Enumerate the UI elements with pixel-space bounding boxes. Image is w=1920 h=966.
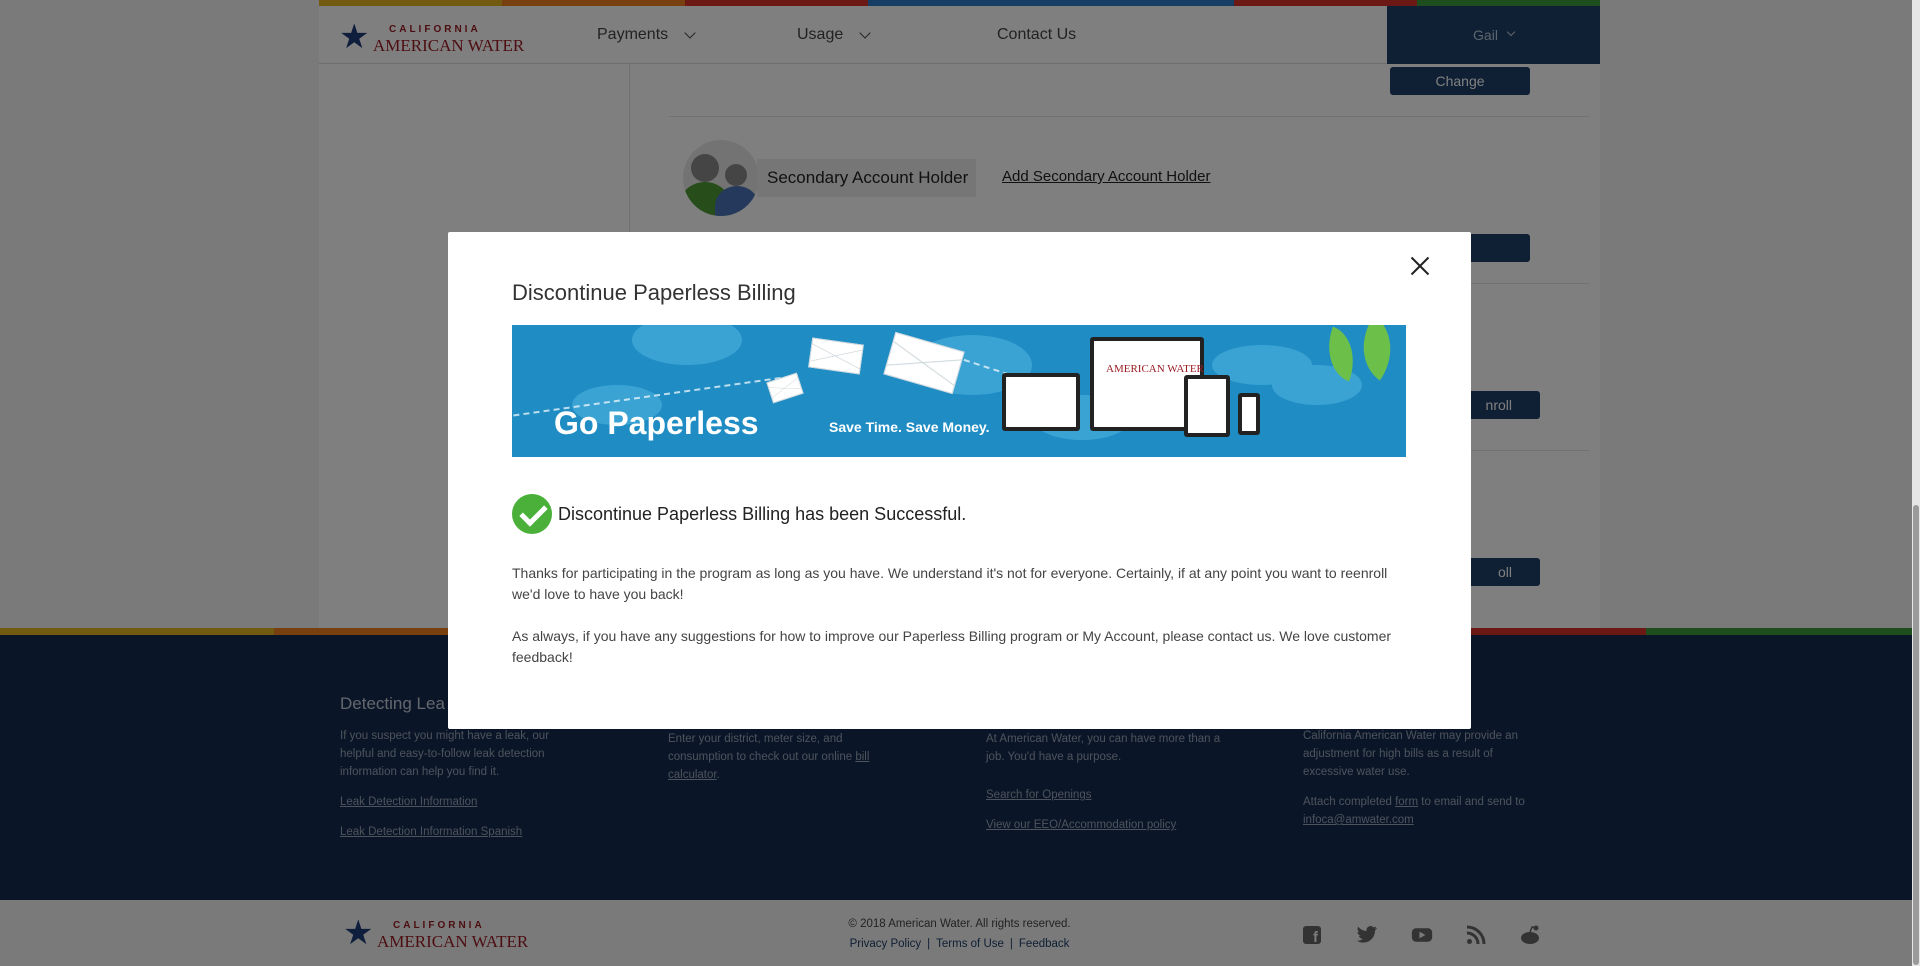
phone-image — [1238, 393, 1260, 435]
success-message-row: Discontinue Paperless Billing has been S… — [512, 494, 966, 534]
laptop-image — [1002, 373, 1080, 431]
modal-title: Discontinue Paperless Billing — [512, 280, 796, 305]
banner-brand-text: AMERICAN WATER — [1106, 363, 1204, 375]
checkmark-icon — [512, 494, 552, 534]
go-paperless-banner: AMERICAN WATER Go Paperless Save Time. S… — [512, 325, 1406, 457]
scrollbar-thumb[interactable] — [1913, 505, 1919, 965]
thanks-paragraph: Thanks for participating in the program … — [512, 565, 1388, 602]
banner-title: Go Paperless — [554, 405, 759, 441]
discontinue-paperless-modal: Discontinue Paperless Billing AMERICAN W… — [448, 232, 1471, 729]
feedback-paragraph: As always, if you have any suggestions f… — [512, 628, 1392, 665]
close-icon[interactable] — [1410, 256, 1430, 276]
tablet-image — [1184, 375, 1230, 437]
leaf-icon — [1345, 325, 1406, 381]
banner-subtitle: Save Time. Save Money. — [829, 419, 990, 435]
success-message: Discontinue Paperless Billing has been S… — [558, 503, 967, 524]
